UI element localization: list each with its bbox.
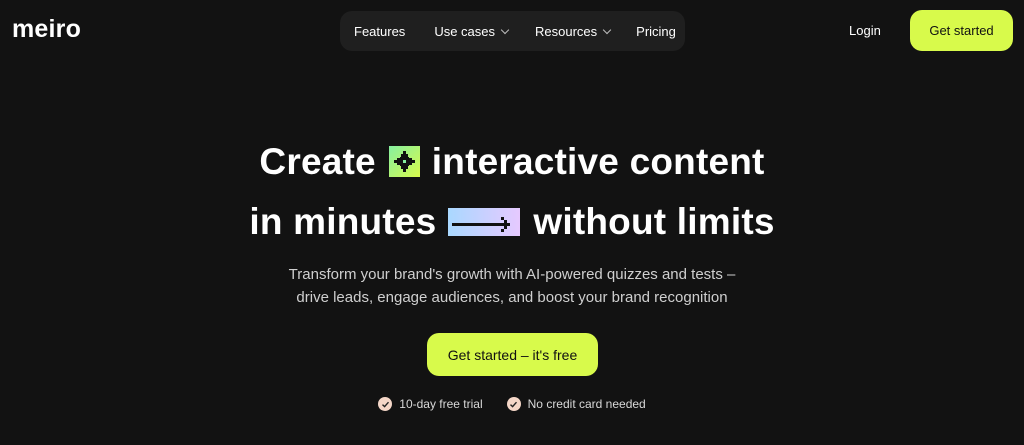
check-icon [378,397,393,411]
nav-item-label: Pricing [636,23,676,39]
nav-item-label: Resources [535,23,598,39]
sparkle-icon [388,146,420,177]
nav-item-features[interactable]: Features [354,24,405,39]
headline-text: in minutes [249,201,437,242]
logo-text: meiro [12,15,82,43]
main-nav: Features Use cases Resources Pricing [340,11,685,51]
chevron-down-icon [602,25,612,34]
get-started-free-button[interactable]: Get started – it's free [427,333,598,376]
logo[interactable]: meiro [12,17,81,42]
hero-headline-line-1: Create interactive content [0,143,1024,180]
subtitle-line-1: Transform your brand's growth with AI-po… [288,266,736,283]
headline-text: without limits [533,201,775,242]
chevron-down-icon [500,25,510,34]
login-link[interactable]: Login [849,23,881,38]
landing-page: meiro Features Use cases Resources Prici… [0,0,1024,445]
hero-subtitle: Transform your brand's growth with AI-po… [0,263,1024,309]
hero-headline-line-2: in minutes without limits [0,203,1024,240]
perk-label: 10-day free trial [399,397,483,411]
nav-item-resources[interactable]: Resources [535,23,612,39]
get-started-button[interactable]: Get started [910,10,1013,51]
perk-item: No credit card needed [506,397,646,411]
perk-label: No credit card needed [527,397,646,411]
perk-item: 10-day free trial [378,397,483,411]
nav-item-label: Features [354,23,406,39]
arrow-right-icon [448,207,521,236]
headline-text: Create [259,141,376,182]
subtitle-line-2: drive leads, engage audiences, and boost… [296,289,728,306]
check-icon [506,397,521,411]
perks-list: 10-day free trial No credit card needed [0,397,1024,411]
headline-text: interactive content [431,141,765,182]
nav-item-use-cases[interactable]: Use cases [434,23,510,39]
nav-item-label: Use cases [434,23,496,39]
nav-item-pricing[interactable]: Pricing [636,24,676,39]
